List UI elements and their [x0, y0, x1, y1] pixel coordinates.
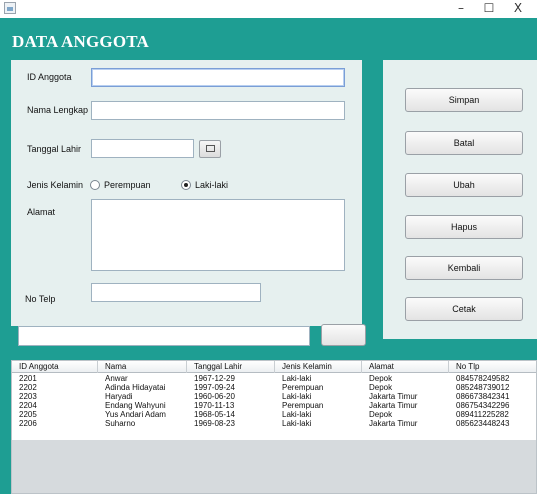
close-button[interactable]: X	[503, 0, 533, 18]
table-cell: 1997-09-24	[194, 382, 235, 392]
action-button-panel: Simpan Batal Ubah Hapus Kembali Cetak	[383, 60, 537, 339]
table-row[interactable]: 2204 Endang Wahyuni 1970-11-13 Perempuan Jak…	[12, 400, 536, 410]
no-telp-label: No Telp	[25, 294, 56, 304]
table-cell: 1967-12-29	[194, 374, 235, 383]
id-anggota-label: ID Anggota	[27, 72, 72, 82]
table-cell: Anwar	[105, 374, 128, 383]
column-header-tanggal[interactable]: Tanggal Lahir	[187, 361, 275, 373]
ubah-button[interactable]: Ubah	[405, 173, 523, 197]
column-header-kelamin[interactable]: Jenis Kelamin	[275, 361, 362, 373]
batal-button[interactable]: Batal	[405, 131, 523, 155]
table-cell: Laki-laki	[282, 374, 312, 383]
table-cell: Laki-laki	[282, 418, 312, 428]
tanggal-lahir-field[interactable]	[91, 139, 194, 158]
column-header-no-tlp[interactable]: No Tlp	[449, 361, 536, 373]
tanggal-lahir-label: Tanggal Lahir	[27, 144, 82, 154]
column-header-nama[interactable]: Nama	[98, 361, 187, 373]
table-cell: Depok	[369, 409, 393, 419]
table-cell: Depok	[369, 382, 393, 392]
table-cell: 2205	[19, 409, 37, 419]
search-button[interactable]	[321, 324, 366, 346]
table-cell: Haryadi	[105, 391, 133, 401]
jenis-kelamin-label: Jenis Kelamin	[27, 180, 84, 190]
radio-perempuan-label: Perempuan	[104, 180, 151, 190]
table-cell: Depok	[369, 374, 393, 383]
table-cell: Jakarta Timur	[369, 418, 418, 428]
table-cell: Adinda Hidayatai	[105, 382, 166, 392]
alamat-field[interactable]	[91, 199, 345, 271]
nama-lengkap-label: Nama Lengkap	[27, 105, 89, 115]
id-anggota-field[interactable]	[91, 68, 345, 87]
table-cell: 084578249582	[456, 374, 510, 383]
maximize-button[interactable]: ☐	[474, 0, 504, 18]
table-cell: 089411225282	[456, 409, 509, 419]
table-cell: Jakarta Timur	[369, 391, 418, 401]
table-cell: 1968-05-14	[194, 409, 235, 419]
table-cell: Yus Andari Adam	[105, 409, 166, 419]
table-row[interactable]: 2202 Adinda Hidayatai 1997-09-24 Perempuan D…	[12, 382, 536, 392]
table-cell: 1969-08-23	[194, 418, 235, 428]
radio-laki-laki-label: Laki-laki	[195, 180, 229, 190]
no-telp-field[interactable]	[91, 283, 261, 302]
nama-lengkap-field[interactable]	[91, 101, 345, 120]
minimize-button[interactable]: –	[446, 0, 476, 18]
table-cell: 2202	[19, 382, 37, 392]
radio-laki-laki[interactable]	[181, 180, 191, 190]
table-cell: Endang Wahyuni	[105, 400, 166, 410]
calendar-icon	[206, 145, 215, 152]
table-cell: 2206	[19, 418, 37, 428]
cetak-button[interactable]: Cetak	[405, 297, 523, 321]
member-table: ID Anggota Nama Tanggal Lahir Jenis Kela…	[11, 360, 537, 494]
member-form-panel: ID Anggota Nama Lengkap Tanggal Lahir Je…	[11, 60, 362, 326]
page-title: DATA ANGGOTA	[12, 32, 149, 51]
table-cell: 086673842341	[456, 391, 510, 401]
column-header-id[interactable]: ID Anggota	[12, 361, 98, 373]
table-cell: 2201	[19, 374, 37, 383]
table-cell: Laki-laki	[282, 409, 312, 419]
table-cell: Perempuan	[282, 400, 324, 410]
table-cell: 1970-11-13	[194, 400, 235, 410]
window-titlebar: – ☐ X	[0, 0, 537, 18]
table-cell: Perempuan	[282, 382, 324, 392]
table-row[interactable]: 2201 Anwar 1967-12-29 Laki-laki Depok 0845782…	[12, 374, 536, 383]
app-icon	[4, 2, 16, 14]
table-cell: Laki-laki	[282, 391, 312, 401]
column-header-alamat[interactable]: Alamat	[362, 361, 449, 373]
table-cell: 2203	[19, 391, 37, 401]
radio-perempuan[interactable]	[90, 180, 100, 190]
table-cell: 085248739012	[456, 382, 510, 392]
table-cell: 2204	[19, 400, 37, 410]
table-cell: 1960-06-20	[194, 391, 235, 401]
table-row[interactable]: 2206 Suharno 1969-08-23 Laki-laki Jakarta Ti…	[12, 418, 536, 428]
table-header: ID Anggota Nama Tanggal Lahir Jenis Kela…	[12, 361, 536, 373]
table-cell: 086754342296	[456, 400, 510, 410]
table-row[interactable]: 2203 Haryadi 1960-06-20 Laki-laki Jakarta Ti…	[12, 391, 536, 401]
kembali-button[interactable]: Kembali	[405, 256, 523, 280]
table-row[interactable]: 2205 Yus Andari Adam 1968-05-14 Laki-laki De…	[12, 409, 536, 419]
table-cell: 085623448243	[456, 418, 510, 428]
table-cell: Suharno	[105, 418, 136, 428]
table-cell: Jakarta Timur	[369, 400, 418, 410]
search-input[interactable]	[18, 326, 310, 346]
date-picker-button[interactable]	[199, 140, 221, 158]
main-window: DATA ANGGOTA ID Anggota Nama Lengkap Tan…	[0, 18, 537, 494]
alamat-label: Alamat	[27, 207, 56, 217]
table-body: 2201 Anwar 1967-12-29 Laki-laki Depok 0845782…	[12, 373, 536, 440]
simpan-button[interactable]: Simpan	[405, 88, 523, 112]
hapus-button[interactable]: Hapus	[405, 215, 523, 239]
